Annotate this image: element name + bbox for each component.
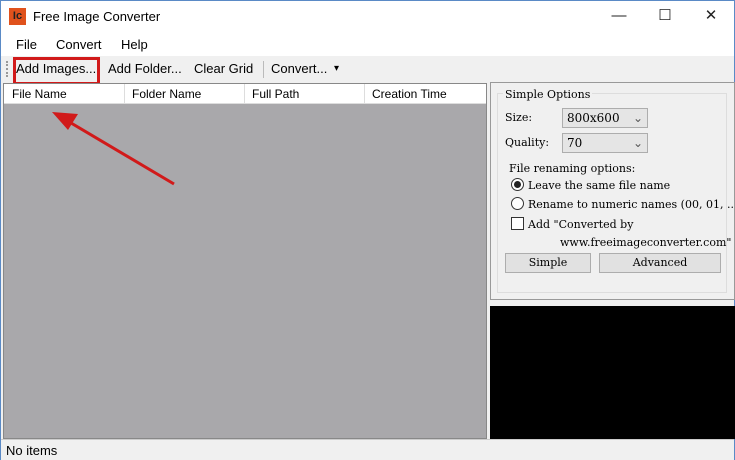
quality-select[interactable]: 70 ⌄ xyxy=(562,133,648,153)
radio-leave-label[interactable]: Leave the same file name xyxy=(528,179,670,192)
checkbox-label-line2: www.freeimageconverter.com" xyxy=(560,236,732,249)
radio-rename-label[interactable]: Rename to numeric names (00, 01, ... xyxy=(528,198,734,211)
group-title: Simple Options xyxy=(503,88,593,101)
quality-value: 70 xyxy=(567,136,583,150)
clear-grid-button[interactable]: Clear Grid xyxy=(194,61,253,76)
options-panel: Simple Options Size: 800x600 ⌄ Quality: 7… xyxy=(490,82,735,300)
menu-convert[interactable]: Convert xyxy=(56,37,102,52)
window-title: Free Image Converter xyxy=(33,9,161,24)
status-bar: No items xyxy=(1,439,734,460)
close-button[interactable]: ✕ xyxy=(688,1,734,33)
highlight-box xyxy=(13,57,100,85)
quality-label: Quality: xyxy=(505,136,550,149)
convert-button[interactable]: Convert... xyxy=(271,61,327,76)
size-value: 800x600 xyxy=(567,111,620,125)
add-folder-button[interactable]: Add Folder... xyxy=(108,61,182,76)
convert-dropdown-icon[interactable]: ▾ xyxy=(334,63,339,74)
red-arrow-annotation xyxy=(52,112,175,186)
add-converted-by-checkbox[interactable] xyxy=(511,217,524,230)
menu-help[interactable]: Help xyxy=(121,37,148,52)
maximize-button[interactable]: ☐ xyxy=(642,1,688,33)
menu-file[interactable]: File xyxy=(16,37,37,52)
minimize-button[interactable]: — xyxy=(596,1,642,33)
checkbox-label[interactable]: Add "Converted by xyxy=(528,218,633,231)
size-label: Size: xyxy=(505,111,533,124)
file-grid[interactable]: File Name Folder Name Full Path Creation… xyxy=(3,83,487,439)
title-bar: Ic Free Image Converter — ☐ ✕ xyxy=(1,1,734,33)
app-logo-icon: Ic xyxy=(9,8,26,25)
chevron-down-icon: ⌄ xyxy=(632,111,643,125)
advanced-button[interactable]: Advanced xyxy=(599,253,721,273)
chevron-down-icon: ⌄ xyxy=(632,136,643,150)
toolbar-separator xyxy=(263,61,264,78)
size-select[interactable]: 800x600 ⌄ xyxy=(562,108,648,128)
image-preview xyxy=(490,306,735,439)
radio-leave-name[interactable] xyxy=(511,178,524,191)
simple-button[interactable]: Simple xyxy=(505,253,591,273)
radio-rename-numeric[interactable] xyxy=(511,197,524,210)
toolbar-grip[interactable] xyxy=(6,61,8,77)
renaming-label: File renaming options: xyxy=(509,162,636,175)
menu-bar xyxy=(1,33,734,56)
status-text: No items xyxy=(6,443,58,458)
